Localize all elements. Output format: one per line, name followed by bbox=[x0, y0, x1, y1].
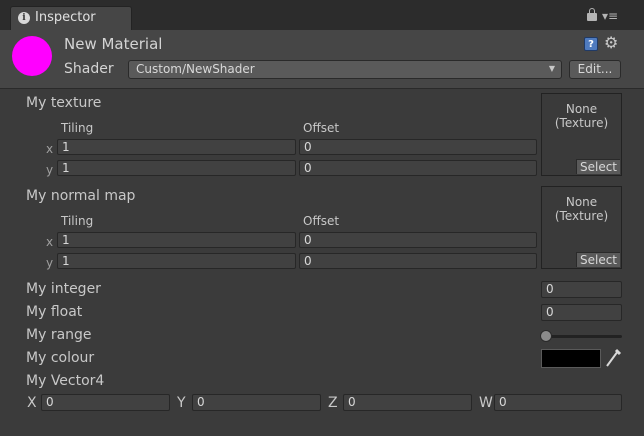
tab-bar: i Inspector ▾≡ bbox=[0, 0, 644, 30]
float-field[interactable]: 0 bbox=[541, 304, 622, 321]
eyedropper-icon[interactable] bbox=[604, 347, 622, 369]
axis-x-label: x bbox=[46, 142, 54, 156]
shader-value: Custom/NewShader bbox=[136, 62, 255, 76]
lock-icon[interactable] bbox=[587, 8, 597, 21]
texture-type-text: (Texture) bbox=[554, 116, 609, 130]
vector-y-label: Y bbox=[177, 395, 186, 411]
integer-label: My integer bbox=[26, 281, 101, 297]
vector-x-label: X bbox=[27, 395, 37, 411]
integer-field[interactable]: 0 bbox=[541, 281, 622, 298]
colour-swatch[interactable] bbox=[541, 349, 601, 368]
texture-preview-text: None (Texture) bbox=[542, 102, 621, 130]
vector-z-field[interactable]: 0 bbox=[343, 394, 472, 411]
normal-map-label: My normal map bbox=[26, 188, 136, 204]
range-label: My range bbox=[26, 327, 92, 343]
dropdown-arrow-icon: ▼ bbox=[548, 64, 555, 73]
colour-label: My colour bbox=[26, 350, 95, 366]
normal-tiling-y-field[interactable]: 1 bbox=[57, 253, 296, 269]
shader-dropdown[interactable]: Custom/NewShader ▼ bbox=[128, 60, 562, 79]
vector-y-field[interactable]: 0 bbox=[192, 394, 321, 411]
help-icon[interactable]: ? bbox=[584, 37, 598, 51]
vector-w-field[interactable]: 0 bbox=[494, 394, 622, 411]
texture-type-text: (Texture) bbox=[554, 209, 609, 223]
tiling-y-field[interactable]: 1 bbox=[57, 160, 296, 176]
select-texture-button[interactable]: Select bbox=[576, 159, 620, 174]
none-text: None bbox=[565, 195, 598, 209]
texture-preview-text: None (Texture) bbox=[542, 195, 621, 223]
vector-label: My Vector4 bbox=[26, 373, 105, 389]
tiling-x-field[interactable]: 1 bbox=[57, 139, 296, 155]
tiling-label: Tiling bbox=[61, 121, 94, 135]
range-slider-handle[interactable] bbox=[540, 330, 552, 342]
normal-tiling-x-field[interactable]: 1 bbox=[57, 232, 296, 248]
axis-y-label: y bbox=[46, 256, 54, 270]
normal-offset-y-field[interactable]: 0 bbox=[299, 253, 537, 269]
tiling-label: Tiling bbox=[61, 214, 94, 228]
material-header: New Material ? ⚙ Shader Custom/NewShader… bbox=[0, 30, 644, 89]
gear-icon[interactable]: ⚙ bbox=[604, 33, 618, 52]
inspector-window: i Inspector ▾≡ New Material ? ⚙ Shader C… bbox=[0, 0, 644, 436]
none-text: None bbox=[565, 102, 598, 116]
edit-shader-button[interactable]: Edit... bbox=[569, 60, 621, 79]
texture-label: My texture bbox=[26, 95, 102, 111]
tab-inspector[interactable]: i Inspector bbox=[10, 6, 132, 30]
tab-label: Inspector bbox=[35, 10, 96, 25]
axis-x-label: x bbox=[46, 235, 54, 249]
axis-y-label: y bbox=[46, 163, 54, 177]
vector-x-field[interactable]: 0 bbox=[41, 394, 170, 411]
offset-x-field[interactable]: 0 bbox=[299, 139, 537, 155]
texture-slot[interactable]: None (Texture) Select bbox=[541, 93, 622, 176]
context-menu-icon[interactable]: ▾≡ bbox=[602, 9, 618, 23]
vector-z-label: Z bbox=[328, 395, 338, 411]
info-icon: i bbox=[18, 12, 30, 24]
vector-w-label: W bbox=[479, 395, 493, 411]
offset-y-field[interactable]: 0 bbox=[299, 160, 537, 176]
offset-label: Offset bbox=[303, 121, 340, 135]
material-preview-sphere bbox=[12, 36, 52, 76]
shader-label: Shader bbox=[64, 61, 114, 77]
float-label: My float bbox=[26, 304, 83, 320]
material-name: New Material bbox=[64, 35, 163, 53]
normal-offset-x-field[interactable]: 0 bbox=[299, 232, 537, 248]
range-slider-track[interactable] bbox=[546, 335, 622, 338]
offset-label: Offset bbox=[303, 214, 340, 228]
select-normal-map-button[interactable]: Select bbox=[576, 252, 620, 267]
normal-map-slot[interactable]: None (Texture) Select bbox=[541, 186, 622, 269]
